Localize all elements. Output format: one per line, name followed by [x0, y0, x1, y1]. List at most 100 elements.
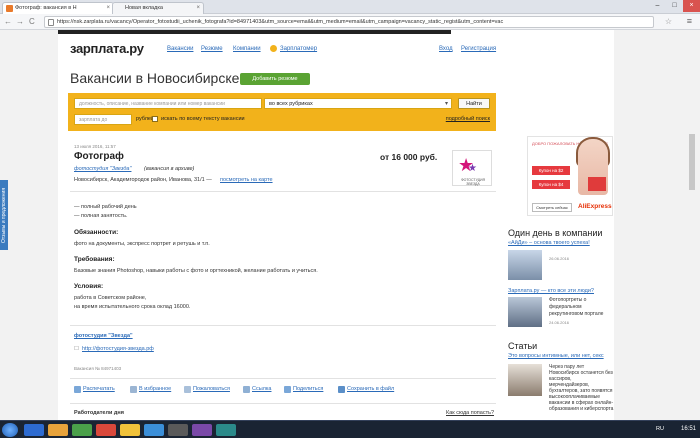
clock[interactable]: 16:51: [681, 426, 696, 432]
company-logo[interactable]: ★ ★ ФОТОСТУДИЯ ЗВЕЗДА: [452, 150, 492, 186]
app-icon[interactable]: [144, 424, 164, 436]
nav-salary-meter[interactable]: Зарплатомер: [280, 46, 317, 52]
company-name-link[interactable]: фотостудия "Звезда": [74, 333, 133, 339]
maximize-icon[interactable]: □: [666, 0, 683, 12]
close-tab-icon[interactable]: ×: [106, 3, 110, 14]
favorite-button[interactable]: В избранное: [130, 386, 172, 393]
app-icon[interactable]: [168, 424, 188, 436]
conditions-text: на время испытательного срока оклад 1600…: [74, 304, 191, 310]
ie-icon[interactable]: [24, 424, 44, 436]
requirements-text: Базовые знания Photoshop, навыки работы …: [74, 268, 318, 274]
how-to-get-here-link[interactable]: Как сюда попасть?: [446, 410, 494, 416]
opera-icon[interactable]: [96, 424, 116, 436]
language-indicator[interactable]: RU: [656, 426, 664, 432]
company-link[interactable]: фотостудия "Звезда": [74, 166, 131, 172]
print-button[interactable]: Распечатать: [74, 386, 115, 393]
explorer-icon[interactable]: [48, 424, 68, 436]
chrome-icon[interactable]: [120, 424, 140, 436]
ad-watch-button[interactable]: Смотреть сейчас: [532, 203, 572, 212]
rubric-value: во всех рубриках: [269, 101, 313, 107]
favorite-icon: [130, 386, 137, 393]
company-site-link[interactable]: http://фотостудия-звезда.рф: [82, 346, 154, 352]
lock-icon: [48, 19, 54, 26]
sidebar-link-article[interactable]: Это вопросы интимные, или нет, секс: [508, 353, 604, 359]
app-icon[interactable]: [216, 424, 236, 436]
sidebar-heading-day: Один день в компании: [508, 228, 603, 238]
save-file-label: Сохранить в файл: [347, 386, 395, 392]
sidebar-text: рекрутинговом портале: [549, 311, 604, 317]
nav-resumes[interactable]: Резюме: [201, 46, 223, 52]
close-window-icon[interactable]: ×: [683, 0, 700, 12]
site-logo[interactable]: зарплата.ру: [70, 41, 144, 56]
map-link[interactable]: посмотреть на карте: [220, 177, 273, 183]
link-icon: [243, 386, 250, 393]
search-panel: должность, описание, название компании и…: [68, 93, 496, 131]
address-bar: ← → C https://nsk.zarplata.ru/vacancy/Op…: [0, 14, 700, 30]
fulltext-checkbox[interactable]: [152, 116, 158, 122]
sidebar-thumb-article[interactable]: [508, 364, 542, 396]
sidebar-link-aydi[interactable]: «АйДи» – основа твоего успеха!: [508, 240, 590, 246]
sidebar-link-zarplata[interactable]: Зарплата.ру — кто все эти люди?: [508, 288, 594, 294]
duties-text: фото на документы, экспресс портрет и ре…: [74, 241, 210, 247]
rubric-select[interactable]: во всех рубриках ▾: [264, 98, 452, 109]
app-icon[interactable]: [192, 424, 212, 436]
sidebar-thumb-zarplata[interactable]: [508, 297, 542, 327]
gift-icon: [588, 177, 606, 191]
salary-input[interactable]: зарплата до: [74, 114, 132, 125]
tab-title: Новая вкладка: [125, 5, 163, 11]
search-button[interactable]: Найти: [458, 98, 490, 109]
back-icon[interactable]: ←: [4, 17, 12, 27]
tab-active[interactable]: Фотограф: вакансия в Н ×: [2, 2, 114, 14]
scrollbar-thumb[interactable]: [689, 134, 695, 190]
condition-item: — полный рабочий день: [74, 204, 137, 210]
conditions-heading: Условия:: [74, 283, 104, 290]
tab-bar: Фотограф: вакансия в Н × Новая вкладка ×…: [0, 0, 700, 14]
link-button[interactable]: Ссылка: [243, 386, 271, 393]
archive-label: (вакансия в архиве): [144, 166, 195, 172]
register-link[interactable]: Регистрация: [461, 46, 496, 52]
favorite-label: В избранное: [139, 386, 172, 392]
tab-new[interactable]: Новая вкладка ×: [112, 2, 204, 14]
start-button-icon[interactable]: [2, 423, 18, 437]
sidebar-thumb-aydi[interactable]: [508, 250, 542, 280]
url-text: https://nsk.zarplata.ru/vacancy/Operator…: [57, 19, 504, 25]
fulltext-label: искать по всему тексту вакансии: [161, 116, 245, 122]
bookmark-star-icon[interactable]: ☆: [665, 17, 672, 26]
favicon-icon: [6, 5, 13, 12]
media-icon[interactable]: [72, 424, 92, 436]
print-label: Распечатать: [83, 386, 115, 392]
employers-of-day: Работодатели дня: [74, 410, 124, 416]
conditions-text: работа в Советском районе,: [74, 295, 147, 301]
share-button[interactable]: Поделиться: [284, 386, 323, 393]
external-link-icon: ☐: [74, 346, 79, 352]
nav-companies[interactable]: Компании: [233, 46, 261, 52]
sidebar-date: 24.06.2016: [549, 320, 570, 325]
reload-icon[interactable]: C: [29, 17, 35, 27]
chevron-down-icon: ▾: [444, 101, 448, 107]
complain-button[interactable]: Пожаловаться: [184, 386, 230, 393]
save-file-button[interactable]: Сохранить в файл: [338, 386, 395, 393]
duties-heading: Обязанности:: [74, 229, 119, 236]
forward-icon[interactable]: →: [16, 17, 24, 27]
sidebar-text: Фотопортреты о: [549, 297, 587, 303]
requirements-heading: Требования:: [74, 256, 115, 263]
feedback-tab[interactable]: Отзывы и предложения: [0, 180, 8, 250]
sidebar-date: 26.06.2016: [549, 256, 570, 261]
condition-item: — полная занятость.: [74, 213, 128, 219]
add-resume-button[interactable]: Добавить резюме: [240, 73, 310, 85]
close-tab-icon[interactable]: ×: [196, 3, 200, 14]
coupon-4[interactable]: Купон на $4: [532, 180, 570, 189]
top-strip: [58, 30, 451, 34]
coupon-2[interactable]: Купон на $2: [532, 166, 570, 175]
login-link[interactable]: Вход: [439, 46, 453, 52]
url-input[interactable]: https://nsk.zarplata.ru/vacancy/Operator…: [44, 16, 654, 28]
nav-vacancies[interactable]: Вакансии: [167, 46, 193, 52]
sidebar-heading-articles: Статьи: [508, 341, 538, 351]
minimize-icon[interactable]: –: [649, 0, 666, 12]
aliexpress-ad[interactable]: ДОБРО ПОЖАЛОВАТЬ НА ALIEXPRESS Купон на …: [527, 136, 613, 216]
star-small-icon: ★: [468, 163, 477, 174]
share-icon: [284, 386, 291, 393]
menu-icon[interactable]: ≡: [687, 16, 692, 26]
search-input[interactable]: должность, описание, название компании и…: [74, 98, 262, 109]
advanced-search-link[interactable]: подробный поиск: [446, 116, 490, 122]
